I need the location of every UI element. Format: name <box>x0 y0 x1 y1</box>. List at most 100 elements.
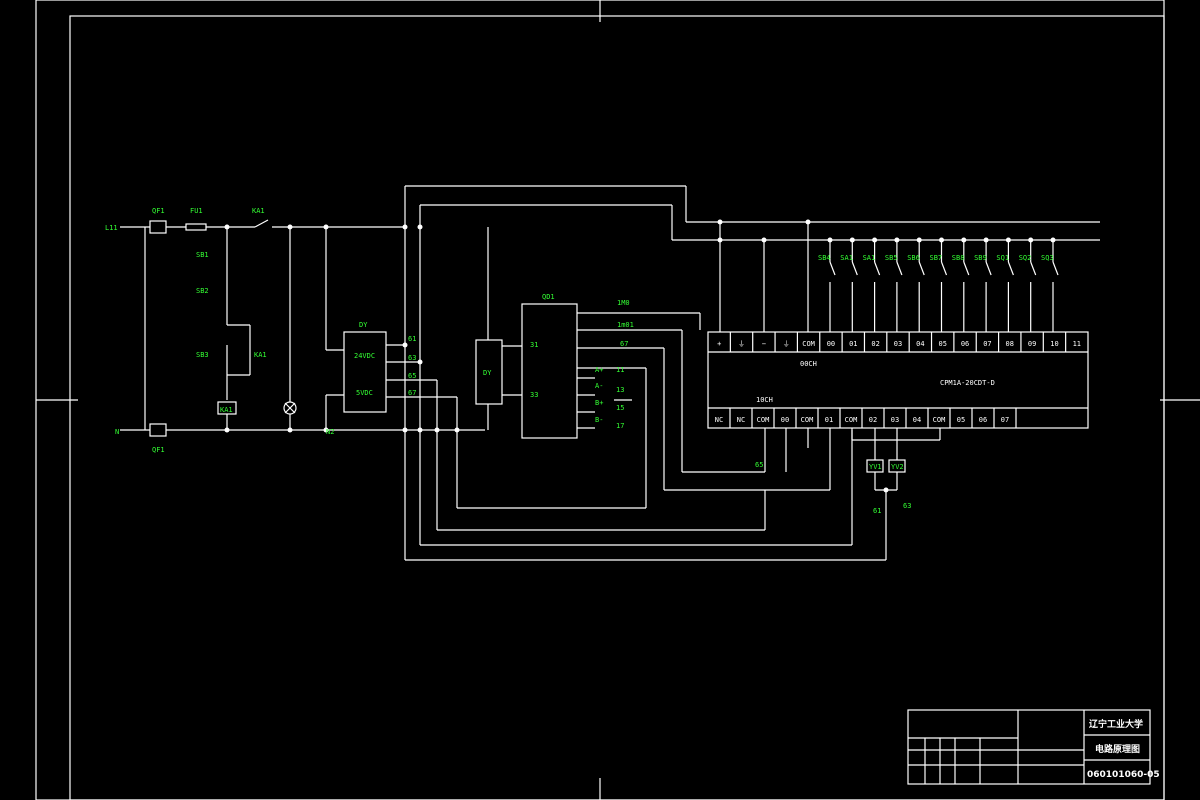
plc-input-terminal: 09 <box>1028 340 1036 348</box>
schematic-canvas: + ⏚ − ⏚ COM 00 01 02 03 04 05 06 07 08 09 10 11 NC NC COM 0… <box>35 0 1200 800</box>
title-block: 辽宁工业大学 电路原理图 060101060-05 <box>907 709 1160 785</box>
switch-contact <box>851 261 858 276</box>
drawing-name: 电路原理图 <box>1095 743 1140 755</box>
plc-input-terminal: 02 <box>871 340 879 348</box>
n63b-label: 63 <box>903 502 911 510</box>
plc-output-terminal: 06 <box>979 416 987 424</box>
com-ch10-label: 10CH <box>756 396 773 404</box>
pin11-label: 11 <box>616 366 624 374</box>
switch-contact <box>940 261 948 276</box>
component-labels: L11 N QF1 QF1 FU1 KA1 SB1 SB2 SB3 KA1 KA… <box>105 207 1054 515</box>
drawing-number: 060101060-05 <box>1087 770 1160 780</box>
plc-input-terminal: + <box>717 340 721 348</box>
input-switch-label: SA1 <box>840 254 853 262</box>
input-switch-label: SB8 <box>952 254 965 262</box>
input-switch-label: SB9 <box>974 254 987 262</box>
pin17-label: 17 <box>616 422 624 430</box>
switch-contact <box>829 261 836 276</box>
plc-output-terminal: COM <box>845 416 858 424</box>
input-switch-label: SB4 <box>818 254 831 262</box>
plc-input-terminal: 00 <box>827 340 835 348</box>
plc-input-terminal: 04 <box>916 340 924 348</box>
input-switch-label: SB6 <box>907 254 920 262</box>
qf1-bottom-label: QF1 <box>152 446 165 454</box>
plc-output-terminal: NC <box>715 416 723 424</box>
l1-label: L11 <box>105 224 118 232</box>
sb2-label: SB2 <box>196 287 209 295</box>
ka1-label: KA1 <box>252 207 265 215</box>
switch-contact <box>874 261 881 276</box>
plc-input-terminal: 06 <box>961 340 969 348</box>
dy-power-supply <box>343 331 387 413</box>
switch-contact <box>896 261 903 276</box>
ka1-contact-label: KA1 <box>254 351 267 359</box>
yv1-label: YV1 <box>869 463 882 471</box>
qd-33-label: 33 <box>530 391 538 399</box>
plc-input-terminal: − <box>762 340 766 348</box>
b-plus-label: B+ <box>595 399 603 407</box>
n-label: N <box>115 428 119 436</box>
plc-input-terminal: 05 <box>938 340 946 348</box>
plc-output-terminal: NC <box>737 416 745 424</box>
sb1-label: SB1 <box>196 251 209 259</box>
n65-label: 65 <box>408 372 416 380</box>
input-switch-label: SQ2 <box>1019 254 1032 262</box>
dy-out-label: 5VDC <box>356 389 373 397</box>
plc-output-terminal: COM <box>933 416 946 424</box>
fu1-fuse <box>185 223 207 231</box>
input-switch-label: SA1 <box>863 254 876 262</box>
plc-block: + ⏚ − ⏚ COM 00 01 02 03 04 05 06 07 08 09 10 11 NC NC COM 0… <box>707 222 1089 491</box>
input-switch-label: SB7 <box>930 254 943 262</box>
dy-in-label: 24VDC <box>354 352 375 360</box>
pin13-label: 13 <box>616 386 624 394</box>
input-switch-label: SQ1 <box>996 254 1009 262</box>
qd-1m0-label: 1M0 <box>617 299 630 307</box>
qd-31-label: 31 <box>530 341 538 349</box>
plc-input-terminal: 11 <box>1073 340 1081 348</box>
ka1-coil-label: KA1 <box>220 406 233 414</box>
switch-contact <box>985 261 992 276</box>
plc-input-terminal: 08 <box>1006 340 1014 348</box>
plc-output-terminal: 07 <box>1001 416 1009 424</box>
plc-output-terminal: COM <box>801 416 814 424</box>
qd1-stepper-driver <box>521 303 578 439</box>
plc-input-terminal: 10 <box>1050 340 1058 348</box>
n65b-label: 65 <box>755 461 763 469</box>
plc-model-label: CPM1A-20CDT-D <box>940 379 995 387</box>
plc-output-terminal: 05 <box>957 416 965 424</box>
plc-input-terminal: COM <box>802 340 815 348</box>
a-plus-label: A+ <box>595 366 603 374</box>
plc-input-terminal: 03 <box>894 340 902 348</box>
switch-contact <box>1007 261 1014 276</box>
ka1-contact-symbol <box>254 219 269 228</box>
sb3-label: SB3 <box>196 351 209 359</box>
switch-contact <box>1052 261 1059 276</box>
input-switch-label: SB5 <box>885 254 898 262</box>
plc-input-terminal: 01 <box>849 340 857 348</box>
n67-label: 67 <box>408 389 416 397</box>
a-minus-label: A- <box>595 382 603 390</box>
input-switch-label: SQ3 <box>1041 254 1054 262</box>
university-name: 辽宁工业大学 <box>1089 718 1143 730</box>
fu1-label: FU1 <box>190 207 203 215</box>
qf1-bottom-breaker <box>149 423 167 437</box>
n61b-label: 61 <box>873 507 881 515</box>
power-circuit <box>120 219 485 437</box>
plc-output-terminal: 02 <box>869 416 877 424</box>
n63-label: 63 <box>408 354 416 362</box>
dy-label: DY <box>359 321 368 329</box>
pin15-label: 15 <box>616 404 624 412</box>
switch-contact <box>963 261 970 276</box>
plc-output-terminal: 00 <box>781 416 789 424</box>
n61-label: 61 <box>408 335 416 343</box>
qd1-label: QD1 <box>542 293 555 301</box>
switch-contact <box>1030 261 1037 276</box>
plc-output-terminal: 03 <box>891 416 899 424</box>
plc-output-terminal: COM <box>757 416 770 424</box>
plc-input-terminal: ⏚ <box>738 340 745 348</box>
plc-input-terminal: 07 <box>983 340 991 348</box>
junction-dots <box>224 219 889 493</box>
plc-input-terminal: ⏚ <box>783 340 790 348</box>
plc-output-terminal: 01 <box>825 416 833 424</box>
n62-label: N2 <box>326 428 334 436</box>
